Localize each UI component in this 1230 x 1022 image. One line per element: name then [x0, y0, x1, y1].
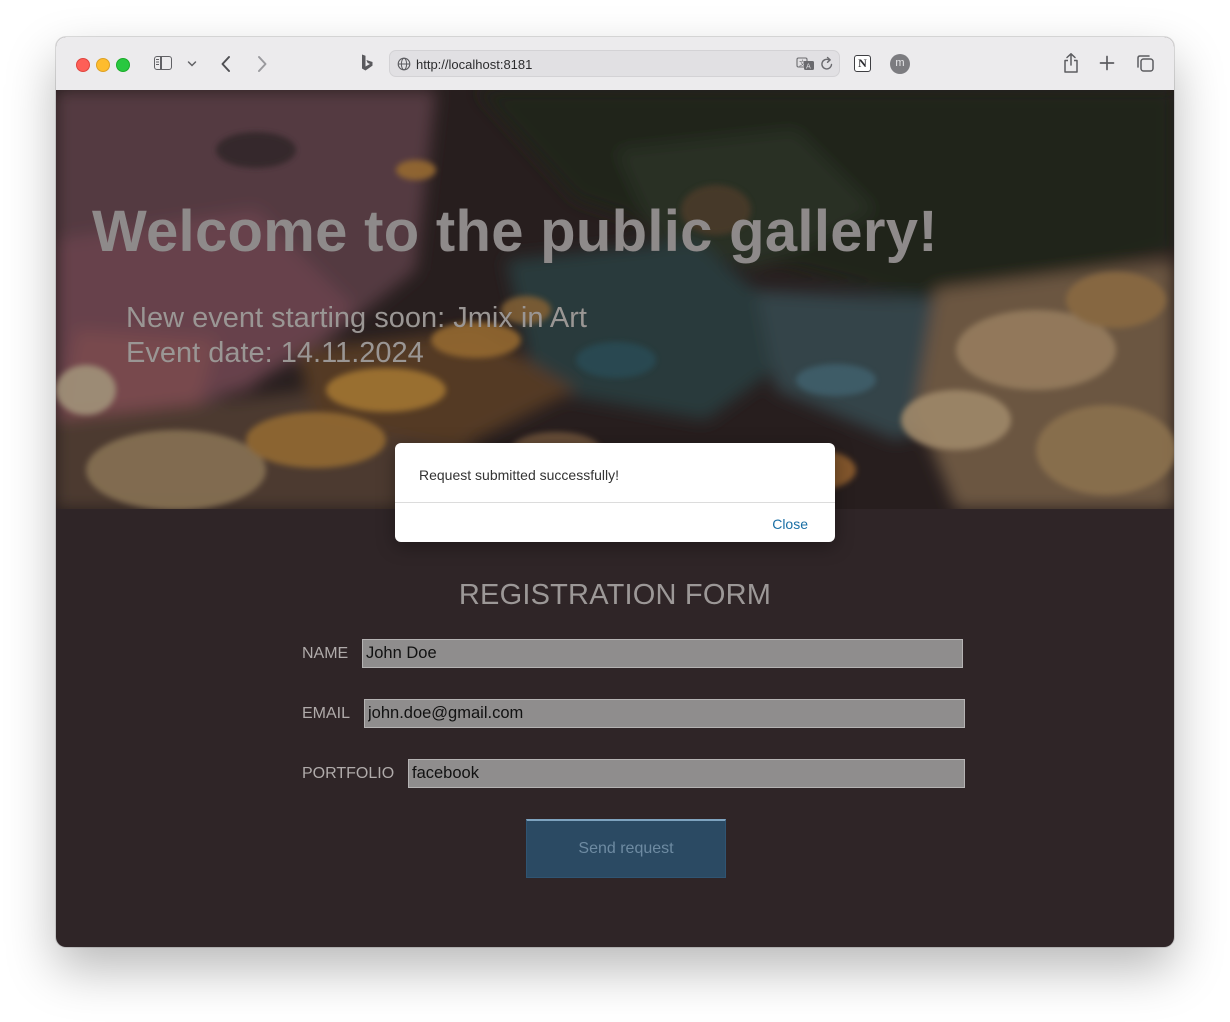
chevron-down-icon[interactable]	[187, 60, 197, 68]
name-label: NAME	[302, 645, 349, 662]
minimize-window-button[interactable]	[96, 58, 110, 72]
success-dialog: Request submitted successfully! Close	[395, 443, 835, 542]
back-icon[interactable]	[219, 54, 233, 74]
send-request-button[interactable]: Send request	[526, 819, 726, 878]
browser-toolbar: http://localhost:8181 文 A N m	[56, 37, 1174, 91]
portfolio-label: PORTFOLIO	[302, 765, 395, 782]
profile-initial: m	[895, 57, 905, 69]
bing-icon[interactable]	[359, 53, 375, 73]
browser-window: http://localhost:8181 文 A N m Welcome to…	[56, 37, 1174, 947]
dialog-close-button[interactable]: Close	[772, 516, 808, 532]
globe-icon	[397, 57, 411, 71]
notion-extension-icon[interactable]: N	[854, 55, 871, 72]
name-input[interactable]	[362, 639, 963, 668]
portfolio-input[interactable]	[408, 759, 965, 788]
new-tab-icon[interactable]	[1099, 55, 1115, 71]
dialog-divider	[395, 502, 835, 503]
tab-overview-icon[interactable]	[1136, 54, 1155, 73]
event-announcement: New event starting soon: Jmix in Art	[126, 302, 587, 334]
registration-form-title: REGISTRATION FORM	[458, 579, 772, 611]
email-label: EMAIL	[302, 705, 351, 722]
reload-icon[interactable]	[820, 56, 834, 72]
event-date: Event date: 14.11.2024	[126, 337, 424, 369]
sidebar-toggle-icon[interactable]	[154, 56, 172, 70]
address-bar[interactable]: http://localhost:8181 文 A	[389, 50, 840, 77]
close-window-button[interactable]	[76, 58, 90, 72]
zoom-window-button[interactable]	[116, 58, 130, 72]
svg-text:文: 文	[799, 59, 806, 68]
translate-icon[interactable]: 文 A	[796, 57, 816, 71]
hero-title: Welcome to the public gallery!	[92, 199, 938, 264]
dialog-message: Request submitted successfully!	[419, 467, 619, 483]
forward-icon[interactable]	[255, 54, 269, 74]
profile-avatar[interactable]: m	[890, 54, 910, 74]
svg-text:A: A	[806, 63, 811, 71]
share-icon[interactable]	[1062, 52, 1080, 74]
email-input[interactable]	[364, 699, 965, 728]
url-text: http://localhost:8181	[416, 57, 533, 72]
notion-label: N	[858, 56, 867, 70]
